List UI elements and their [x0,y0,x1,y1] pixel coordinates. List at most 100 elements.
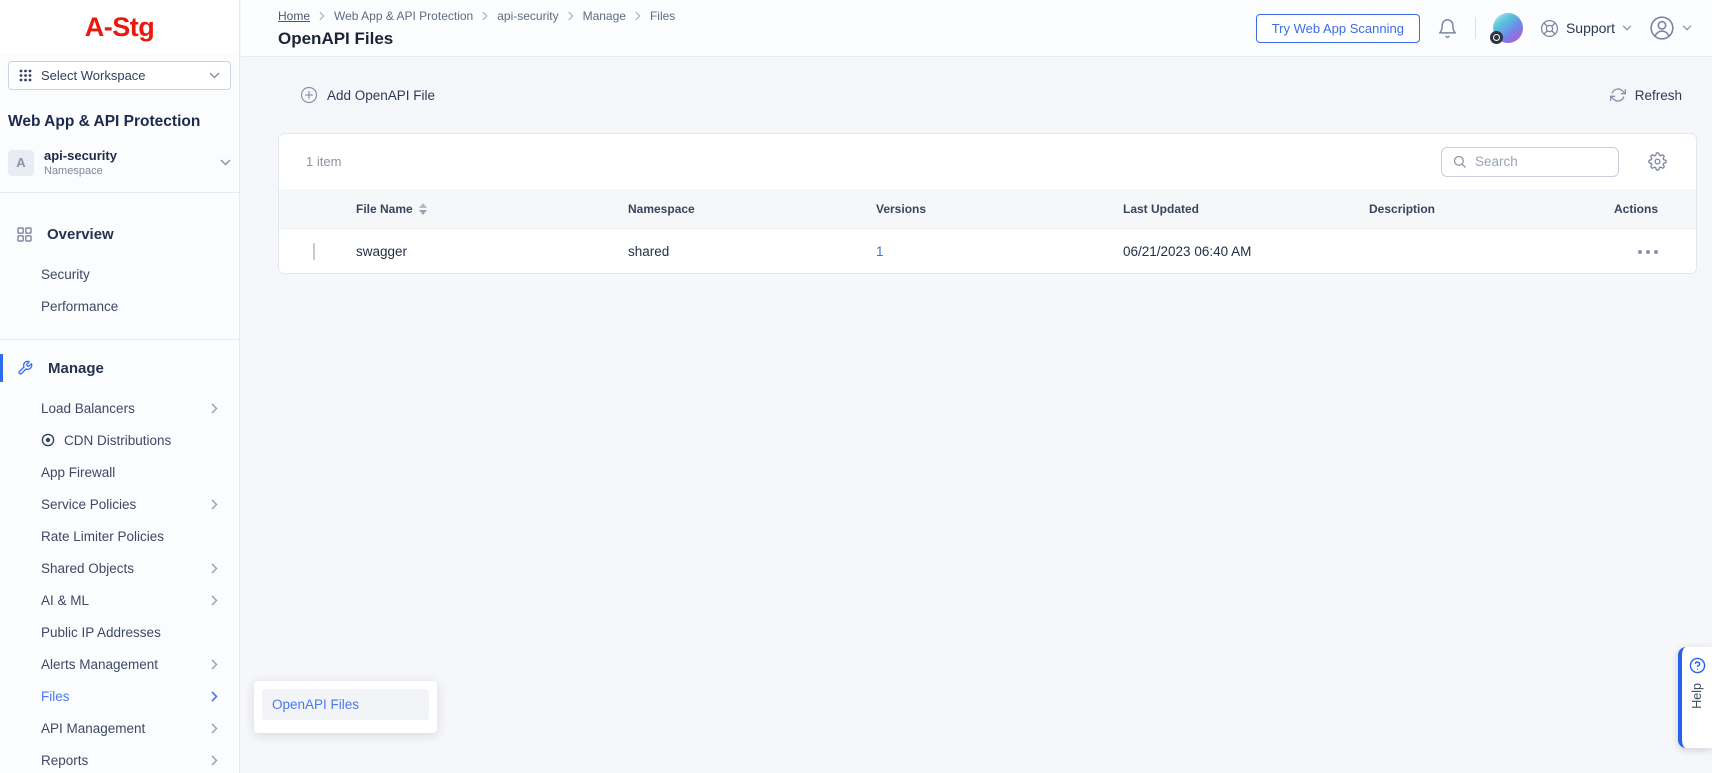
sidebar-item-load-balancers[interactable]: Load Balancers [0,392,239,424]
namespace-type-label: Namespace [44,165,210,177]
sidebar-item-alerts-management[interactable]: Alerts Management [0,648,239,680]
column-description: Description [1354,202,1581,216]
chevron-right-icon [635,11,641,21]
sidebar-item-public-ip-addresses[interactable]: Public IP Addresses [0,616,239,648]
sidebar-item-files[interactable]: Files [0,680,239,712]
sidebar-item-security[interactable]: Security [0,258,239,290]
sort-icon[interactable] [419,203,427,215]
breadcrumb-item[interactable]: api-security [497,9,558,23]
chevron-right-icon [568,11,574,21]
column-file-name[interactable]: File Name [341,202,613,216]
notifications-bell-icon[interactable] [1437,18,1458,39]
chevron-right-icon [211,659,218,670]
sidebar-section-overview[interactable]: Overview [0,218,239,250]
openapi-files-table-card: 1 item File Name Namespace Versions Last… [278,133,1697,274]
namespace-name: api-security [44,148,210,163]
sidebar-section-label: Overview [47,226,114,243]
workspace-selector-label: Select Workspace [41,68,200,83]
chevron-down-icon [209,72,220,79]
help-label: Help [1690,683,1704,709]
support-menu[interactable]: Support [1540,19,1632,38]
sidebar-item-performance[interactable]: Performance [0,290,239,322]
submenu-item-openapi-files[interactable]: OpenAPI Files [262,689,429,720]
overview-grid-icon [17,227,32,242]
table-search [1441,147,1619,177]
user-account-menu[interactable] [1649,15,1692,41]
plus-circle-icon [300,86,318,104]
add-openapi-file-label: Add OpenAPI File [327,88,435,103]
wrench-icon [17,360,33,376]
table-settings-gear-icon[interactable] [1648,152,1667,171]
sidebar-item-service-policies[interactable]: Service Policies [0,488,239,520]
add-openapi-file-button[interactable]: Add OpenAPI File [300,86,435,104]
column-actions: Actions [1581,202,1696,216]
help-question-icon [1689,657,1706,674]
chevron-right-icon [211,403,218,414]
header-divider [1475,17,1476,39]
breadcrumb-item[interactable]: Web App & API Protection [334,9,473,23]
row-checkbox[interactable] [313,243,315,260]
cell-file-name: swagger [341,244,613,259]
cell-namespace: shared [613,244,861,259]
breadcrumb-item[interactable]: Files [650,9,675,23]
sidebar-item-shared-objects[interactable]: Shared Objects [0,552,239,584]
top-header: Home Web App & API Protection api-securi… [241,0,1712,57]
sidebar-divider [0,339,239,340]
brand-logo: A-Stg [0,0,239,54]
namespace-avatar: A [8,150,34,176]
life-ring-icon [1540,19,1559,38]
search-input[interactable] [1475,154,1595,169]
sidebar-item-cdn-distributions[interactable]: CDN Distributions [0,424,239,456]
workspace-selector[interactable]: Select Workspace [8,61,231,90]
support-label: Support [1566,20,1615,36]
chevron-right-icon [211,563,218,574]
search-icon [1452,154,1467,169]
chevron-down-icon [220,159,231,166]
chevron-right-icon [211,499,218,510]
cdn-target-icon [41,433,55,447]
column-last-updated: Last Updated [1108,202,1354,216]
sidebar-section-manage[interactable]: Manage [0,352,239,384]
refresh-icon [1610,87,1626,103]
product-title: Web App & API Protection [8,113,231,131]
refresh-button[interactable]: Refresh [1610,87,1682,103]
page-toolbar: Add OpenAPI File Refresh [241,58,1712,132]
try-web-app-scanning-button[interactable]: Try Web App Scanning [1256,14,1420,43]
sidebar: A-Stg Select Workspace Web App & API Pro… [0,0,240,773]
column-namespace: Namespace [613,202,861,216]
user-icon [1649,15,1675,41]
sidebar-section-label: Manage [48,360,104,377]
tenant-avatar[interactable] [1493,13,1523,43]
files-submenu-flyout: OpenAPI Files [254,681,437,733]
sidebar-item-app-firewall[interactable]: App Firewall [0,456,239,488]
help-tab[interactable]: Help [1678,647,1712,748]
chevron-right-icon [211,723,218,734]
chevron-right-icon [211,691,218,702]
page-title: OpenAPI Files [278,29,675,49]
table-row: swagger shared 1 06/21/2023 06:40 AM [279,229,1696,274]
chevron-right-icon [211,595,218,606]
sidebar-item-api-management[interactable]: API Management [0,712,239,744]
table-header-row: File Name Namespace Versions Last Update… [279,189,1696,229]
breadcrumb: Home Web App & API Protection api-securi… [278,9,675,23]
column-versions: Versions [861,202,1108,216]
sidebar-item-rate-limiter-policies[interactable]: Rate Limiter Policies [0,520,239,552]
chevron-down-icon [1622,25,1632,31]
cell-last-updated: 06/21/2023 06:40 AM [1108,244,1354,259]
chevron-right-icon [482,11,488,21]
workspace-grid-icon [19,69,32,82]
item-count: 1 item [306,154,1441,169]
sidebar-item-ai-ml[interactable]: AI & ML [0,584,239,616]
breadcrumb-home[interactable]: Home [278,9,310,23]
chevron-right-icon [211,755,218,766]
breadcrumb-item[interactable]: Manage [583,9,626,23]
tenant-avatar-badge [1490,31,1503,44]
row-actions-menu-icon[interactable] [1638,250,1658,254]
sidebar-divider [0,192,239,193]
refresh-label: Refresh [1635,88,1682,103]
sidebar-item-reports[interactable]: Reports [0,744,239,773]
chevron-down-icon [1682,25,1692,31]
namespace-selector[interactable]: A api-security Namespace [8,148,231,177]
chevron-right-icon [319,11,325,21]
cell-versions-link[interactable]: 1 [861,244,1108,259]
